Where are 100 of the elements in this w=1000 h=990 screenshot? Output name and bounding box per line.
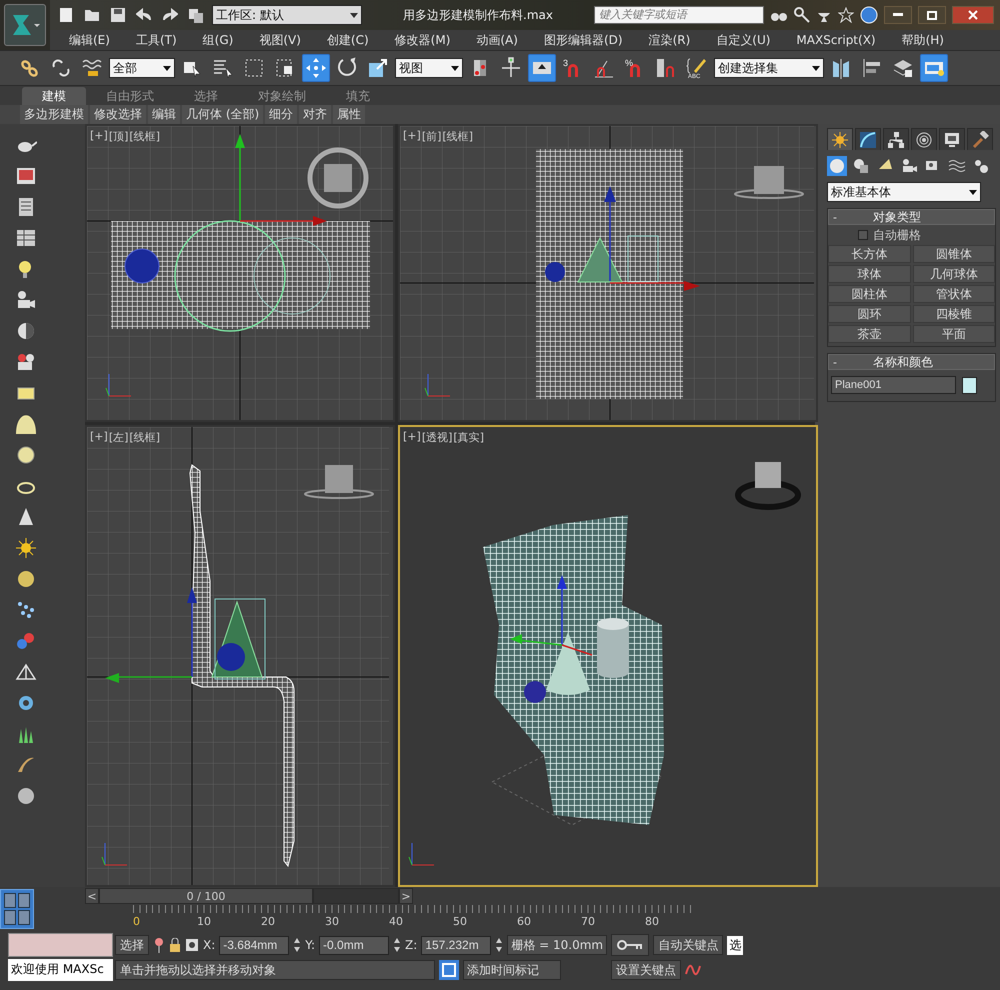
ribbon-panel-button[interactable]: 多边形建模	[20, 105, 88, 124]
star-icon[interactable]	[838, 7, 854, 23]
isolate-icon[interactable]	[439, 960, 459, 980]
menu-item[interactable]: 编辑(E)	[56, 32, 123, 48]
menu-item[interactable]: 工具(T)	[122, 32, 190, 48]
maximize-button[interactable]	[918, 6, 946, 24]
workspace-dropdown[interactable]: 工作区: 默认	[212, 5, 362, 25]
minimize-button[interactable]	[884, 6, 912, 24]
viewport-layout-button[interactable]	[0, 889, 34, 929]
command-panel-tab[interactable]	[883, 128, 909, 150]
command-panel-tab[interactable]	[855, 128, 881, 150]
rollout-header[interactable]: - 对象类型	[828, 209, 995, 225]
toolbar-dropdown[interactable]: 创建选择集	[714, 58, 824, 78]
viewport[interactable]: [+][前][线框]	[398, 124, 818, 422]
viewport-label[interactable]: [+]	[403, 129, 421, 144]
viewport-label[interactable]: [线框]	[129, 430, 160, 445]
ribbon-tab[interactable]: 自由形式	[86, 87, 174, 105]
object-type-button[interactable]: 茶壶	[828, 325, 910, 343]
command-panel-tab[interactable]	[939, 128, 965, 150]
color-swatch[interactable]	[962, 376, 977, 394]
ribbon-tab[interactable]: 对象绘制	[238, 87, 326, 105]
object-type-button[interactable]: 圆环	[828, 305, 910, 323]
viewport-label[interactable]: [前]	[422, 129, 442, 144]
object-type-button[interactable]: 圆锥体	[912, 245, 995, 263]
selection-button[interactable]: 选择	[115, 935, 149, 955]
viewport-label[interactable]: [+]	[90, 430, 108, 445]
viewport-label[interactable]: [+]	[403, 430, 421, 445]
viewport-label[interactable]: [透视]	[422, 430, 452, 445]
menu-item[interactable]: 渲染(R)	[636, 32, 704, 48]
coordinate-field[interactable]: 157.232m	[421, 936, 492, 954]
toolbar-dropdown[interactable]: 全部	[109, 58, 175, 78]
key-button[interactable]	[611, 934, 650, 956]
object-type-button[interactable]: 四棱锥	[912, 305, 995, 323]
lock-icon[interactable]	[169, 938, 181, 952]
save-button[interactable]	[108, 5, 128, 25]
search-field[interactable]: 键入关键字或短语	[594, 6, 764, 24]
ribbon-panel-button[interactable]: 属性	[333, 105, 366, 124]
ribbon-panel-button[interactable]: 几何体 (全部)	[182, 105, 264, 124]
viewport-label[interactable]: [左]	[108, 430, 128, 445]
next-frame-button[interactable]: >	[399, 888, 413, 904]
toolbar-dropdown[interactable]: 视图	[395, 58, 463, 78]
ribbon-panel-button[interactable]: 修改选择	[90, 105, 146, 124]
curve-icon[interactable]	[685, 962, 701, 978]
viewport-label[interactable]: [+]	[90, 129, 108, 144]
viewport-label[interactable]: [线框]	[442, 129, 473, 144]
object-type-button[interactable]: 几何球体	[912, 265, 995, 283]
object-type-button[interactable]: 圆柱体	[828, 285, 910, 303]
set-key-button[interactable]: 设置关键点	[611, 960, 681, 980]
ribbon-tab[interactable]: 选择	[174, 87, 238, 105]
command-panel-tab[interactable]	[827, 128, 853, 150]
help-icon[interactable]	[860, 6, 878, 24]
object-type-button[interactable]: 长方体	[828, 245, 910, 263]
spinner-icon[interactable]	[495, 937, 504, 953]
ribbon-panel-button[interactable]: 细分	[265, 105, 298, 124]
menu-item[interactable]: MAXScript(X)	[783, 33, 889, 47]
command-panel-tab[interactable]	[967, 128, 993, 150]
key-filter-dropdown[interactable]: 选	[727, 936, 744, 954]
spinner-icon[interactable]	[293, 937, 302, 953]
transform-mode-icon[interactable]	[185, 938, 199, 952]
listener-text[interactable]: 欢迎使用 MAXSc	[8, 959, 113, 981]
ribbon-panel-button[interactable]: 对齐	[299, 105, 332, 124]
viewport-label[interactable]: [顶]	[108, 129, 128, 144]
menu-item[interactable]: 图形编辑器(D)	[530, 32, 636, 48]
object-type-button[interactable]: 平面	[912, 325, 995, 343]
category-dropdown[interactable]: 标准基本体	[827, 182, 981, 202]
rollout-header[interactable]: - 名称和颜色	[828, 354, 995, 370]
object-type-button[interactable]: 球体	[828, 265, 910, 283]
frame-counter[interactable]: 0 / 100	[99, 888, 313, 904]
menu-item[interactable]: 修改器(M)	[382, 32, 464, 48]
menu-item[interactable]: 创建(C)	[314, 32, 382, 48]
category-button[interactable]	[851, 156, 871, 176]
previous-frame-button[interactable]: <	[85, 888, 99, 904]
viewport[interactable]: [+][左][线框]	[85, 425, 395, 887]
checkbox[interactable]	[858, 230, 868, 240]
command-panel-tab[interactable]	[911, 128, 937, 150]
app-menu-button[interactable]	[4, 4, 46, 46]
time-tag-display[interactable]: 添加时间标记	[463, 960, 561, 980]
close-button[interactable]	[952, 6, 994, 24]
viewport-label[interactable]: [真实]	[453, 430, 484, 445]
menu-item[interactable]: 自定义(U)	[703, 32, 784, 48]
spinner-icon[interactable]	[393, 937, 402, 953]
object-type-button[interactable]: 管状体	[912, 285, 995, 303]
viewport[interactable]: [+][顶][线框]	[85, 124, 395, 422]
coordinate-field[interactable]: -0.0mm	[319, 936, 390, 954]
side-toolbar-button[interactable]	[14, 535, 38, 561]
ribbon-panel-button[interactable]: 编辑	[148, 105, 180, 124]
ribbon-tab[interactable]: 建模	[22, 87, 86, 105]
menu-item[interactable]: 视图(V)	[246, 32, 314, 48]
ribbon-tab[interactable]: 填充	[326, 87, 390, 105]
viewport[interactable]: [+][透视][真实]	[398, 425, 818, 887]
coordinate-field[interactable]: -3.684mm	[219, 936, 290, 954]
menu-item[interactable]: 动画(A)	[463, 32, 531, 48]
collapse-toggle[interactable]: -	[833, 210, 873, 224]
toolbar-button[interactable]	[528, 54, 556, 82]
viewport-label[interactable]: [线框]	[129, 129, 160, 144]
collapse-toggle[interactable]: -	[833, 356, 873, 368]
menu-item[interactable]: 组(G)	[190, 32, 246, 48]
pin-icon[interactable]	[153, 937, 165, 953]
auto-key-button[interactable]: 自动关键点	[653, 935, 724, 955]
name-field[interactable]: Plane001	[831, 376, 956, 394]
